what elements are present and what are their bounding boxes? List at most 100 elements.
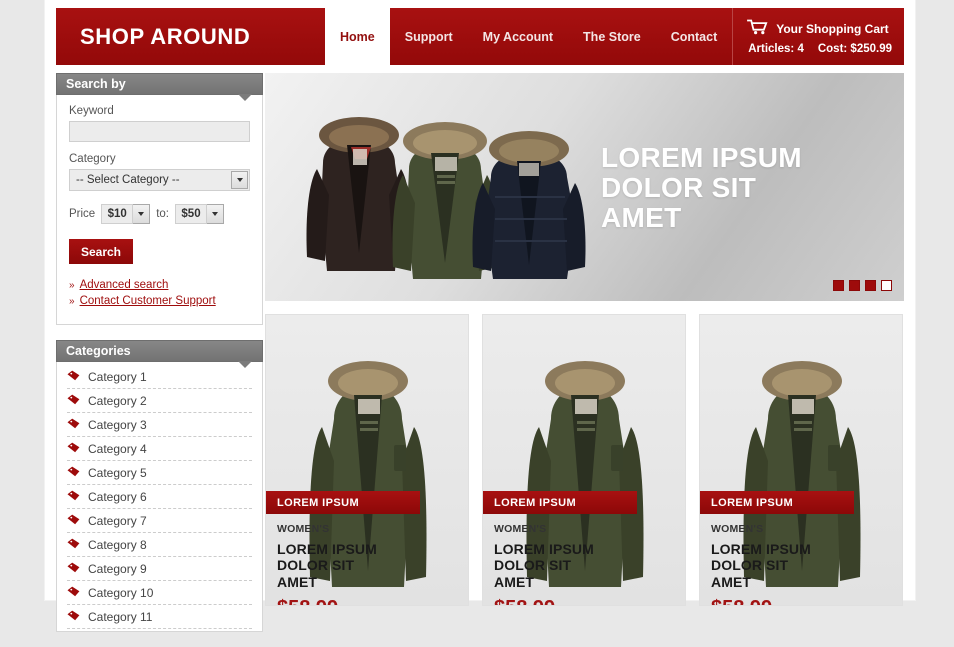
tag-icon	[67, 392, 80, 410]
hero-caption-line-3: AMET	[601, 202, 682, 234]
chevron-right-icon: »	[69, 296, 75, 307]
search-panel-title: Search by	[66, 77, 126, 91]
product-title: LOREM IPSUM DOLOR SIT AMET	[711, 541, 811, 590]
product-title-line-2: DOLOR SIT	[711, 557, 789, 574]
hero-dot-4[interactable]	[881, 280, 892, 291]
product-ribbon-label: LOREM IPSUM	[711, 496, 794, 509]
tag-icon	[67, 560, 80, 578]
sidebar-item-category-1[interactable]: Category 1	[67, 365, 252, 389]
search-keyword-input[interactable]	[69, 121, 250, 142]
cart-header: Your Shopping Cart	[747, 19, 892, 40]
chevron-down-icon	[133, 204, 151, 224]
product-card[interactable]: LOREM IPSUM WOMEN'S LOREM IPSUM DOLOR SI…	[482, 314, 686, 606]
product-title-line-1: LOREM IPSUM	[277, 541, 377, 557]
main-navigation: Home Support My Account The Store Contac…	[325, 8, 904, 65]
search-panel-body: Keyword Category -- Select Category -- P…	[57, 94, 262, 324]
category-label: Category	[69, 153, 116, 165]
category-label: Category 5	[88, 465, 147, 480]
category-label: Category 4	[88, 441, 147, 456]
product-price: $58.99	[711, 597, 811, 605]
hero-product-image	[283, 85, 603, 295]
chevron-right-icon: »	[69, 280, 75, 291]
nav-label: My Account	[482, 29, 554, 44]
sidebar-item-category-2[interactable]: Category 2	[67, 389, 252, 413]
category-select-value: -- Select Category --	[76, 174, 180, 186]
product-title-line-3: AMET	[711, 573, 752, 590]
sidebar-item-category-4[interactable]: Category 4	[67, 437, 252, 461]
price-range-row: Price $10 to: $50	[69, 204, 250, 224]
categories-list: Category 1 Category 2 Category 3 Categor…	[57, 361, 262, 631]
product-ribbon: LOREM IPSUM	[266, 491, 420, 514]
product-title-line-1: LOREM IPSUM	[711, 541, 811, 557]
category-label: Category 3	[88, 417, 147, 432]
nav-label: Contact	[670, 29, 718, 44]
product-kicker: WOMEN'S	[277, 523, 330, 535]
sidebar-item-category-9[interactable]: Category 9	[67, 557, 252, 581]
hero-dot-3[interactable]	[865, 280, 876, 291]
category-label: Category 7	[88, 513, 147, 528]
product-info: WOMEN'S LOREM IPSUM DOLOR SIT AMET $58.9…	[277, 523, 377, 605]
product-title-line-2: DOLOR SIT	[277, 557, 355, 574]
hero-dot-1[interactable]	[833, 280, 844, 291]
sidebar-item-category-5[interactable]: Category 5	[67, 461, 252, 485]
sidebar-item-category-11[interactable]: Category 11	[67, 605, 252, 629]
category-label: Category 2	[88, 393, 147, 408]
nav-item-my-account[interactable]: My Account	[468, 8, 568, 65]
product-title-line-1: LOREM IPSUM	[494, 541, 594, 557]
advanced-search-label: Advanced search	[79, 279, 169, 291]
hero-banner[interactable]: LOREM IPSUM DOLOR SIT AMET	[265, 73, 904, 301]
sidebar-item-category-8[interactable]: Category 8	[67, 533, 252, 557]
nav-item-home[interactable]: Home	[325, 8, 390, 65]
contact-support-label: Contact Customer Support	[79, 295, 216, 307]
price-to-value: $50	[175, 204, 207, 224]
site-header: SHOP AROUND Home Support My Account The …	[56, 8, 904, 65]
search-button[interactable]: Search	[69, 239, 133, 264]
sidebar-item-category-3[interactable]: Category 3	[67, 413, 252, 437]
contact-support-link[interactable]: » Contact Customer Support	[69, 295, 250, 307]
cart-total-cost: Cost: $250.99	[817, 42, 892, 55]
price-to-select[interactable]: $50	[175, 204, 224, 224]
product-card[interactable]: LOREM IPSUM WOMEN'S LOREM IPSUM DOLOR SI…	[265, 314, 469, 606]
category-label: Category 6	[88, 489, 147, 504]
shopping-cart-icon	[747, 19, 769, 40]
price-to-label: to:	[156, 208, 169, 220]
cart-summary: Articles: 4 Cost: $250.99	[747, 43, 892, 55]
product-info: WOMEN'S LOREM IPSUM DOLOR SIT AMET $58.9…	[711, 523, 811, 605]
nav-item-the-store[interactable]: The Store	[568, 8, 656, 65]
price-from-select[interactable]: $10	[101, 204, 151, 224]
tag-icon	[67, 512, 80, 530]
product-title: LOREM IPSUM DOLOR SIT AMET	[494, 541, 594, 590]
hero-pagination	[833, 280, 892, 291]
price-from-value: $10	[101, 204, 134, 224]
sidebar: Search by Keyword Category -- Select Cat…	[56, 73, 263, 647]
categories-panel-header: Categories	[56, 340, 263, 368]
tag-icon	[67, 536, 80, 554]
category-select[interactable]: -- Select Category --	[69, 169, 250, 191]
tag-icon	[67, 488, 80, 506]
advanced-search-link[interactable]: » Advanced search	[69, 279, 250, 291]
shopping-cart[interactable]: Your Shopping Cart Articles: 4 Cost: $25…	[732, 8, 904, 65]
page-root: SHOP AROUND Home Support My Account The …	[0, 0, 954, 632]
tag-icon	[67, 608, 80, 626]
brand-name: SHOP AROUND	[80, 23, 251, 49]
sidebar-item-category-6[interactable]: Category 6	[67, 485, 252, 509]
tag-icon	[67, 368, 80, 386]
keyword-label: Keyword	[69, 105, 114, 117]
category-label: Category 10	[88, 585, 154, 600]
price-label: Price	[69, 208, 96, 220]
product-title-line-3: AMET	[494, 573, 535, 590]
chevron-down-icon	[231, 171, 248, 189]
search-panel: Search by Keyword Category -- Select Cat…	[56, 73, 263, 325]
sidebar-item-category-10[interactable]: Category 10	[67, 581, 252, 605]
sidebar-item-category-7[interactable]: Category 7	[67, 509, 252, 533]
product-ribbon: LOREM IPSUM	[483, 491, 637, 514]
product-card[interactable]: LOREM IPSUM WOMEN'S LOREM IPSUM DOLOR SI…	[699, 314, 903, 606]
hero-dot-2[interactable]	[849, 280, 860, 291]
product-grid: LOREM IPSUM WOMEN'S LOREM IPSUM DOLOR SI…	[265, 314, 904, 606]
product-info: WOMEN'S LOREM IPSUM DOLOR SIT AMET $58.9…	[494, 523, 594, 605]
product-title-line-3: AMET	[277, 573, 318, 590]
nav-item-contact[interactable]: Contact	[656, 8, 733, 65]
brand-logo[interactable]: SHOP AROUND	[56, 8, 326, 65]
tag-icon	[67, 464, 80, 482]
nav-item-support[interactable]: Support	[390, 8, 468, 65]
